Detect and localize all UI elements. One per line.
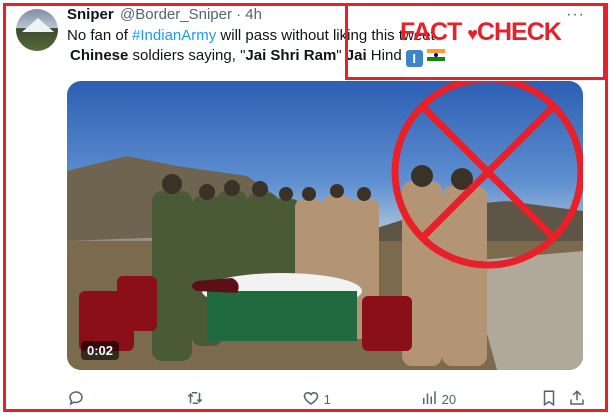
video-player[interactable] <box>67 81 583 370</box>
retweet-button[interactable] <box>186 389 204 407</box>
reply-button[interactable] <box>67 389 85 407</box>
hashtag-link[interactable]: #IndianArmy <box>132 27 216 44</box>
like-icon <box>303 391 319 405</box>
like-button[interactable]: 1 <box>302 389 331 407</box>
share-button[interactable] <box>568 389 586 407</box>
retweet-icon <box>187 392 203 404</box>
avatar[interactable] <box>16 9 58 51</box>
share-icon <box>570 390 584 405</box>
bookmark-icon <box>543 390 555 407</box>
bookmark-button[interactable] <box>540 389 558 407</box>
views-icon <box>423 391 436 404</box>
reply-icon <box>69 391 83 406</box>
video-timer: 0:02 <box>81 341 120 360</box>
heart-icon: ♥ <box>467 24 478 44</box>
author-handle[interactable]: @Border_Sniper · 4h <box>120 6 262 23</box>
fact-check-label: FACT ♥CHECK <box>400 18 562 46</box>
views-button[interactable]: 20 <box>420 389 456 407</box>
author-name[interactable]: Sniper <box>67 6 114 23</box>
fact-check-cross-mark <box>391 81 583 269</box>
